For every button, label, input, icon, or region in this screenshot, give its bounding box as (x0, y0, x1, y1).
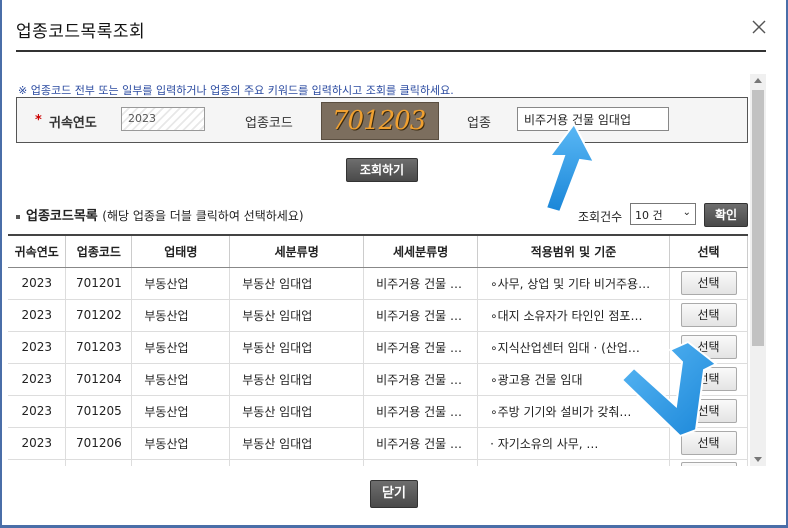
col-header: 업태명 (131, 234, 231, 268)
cell-scope: ∘주방 기기와 설비가 갖춰… (477, 395, 670, 428)
code-table: 귀속연도 업종코드 업태명 세분류명 세세분류명 적용범위 및 기준 선택 20… (8, 234, 748, 466)
table-row[interactable] (8, 459, 748, 466)
cell-year: 2023 (8, 427, 67, 460)
cell-code: 701203 (65, 331, 133, 364)
cell-subsub: 비주거용 건물 … (363, 267, 479, 300)
dialog-title: 업종코드목록조회 (16, 22, 146, 42)
code-value: 701203 (332, 106, 426, 136)
close-icon[interactable] (748, 16, 770, 38)
cell-type: 부동산업 (131, 267, 231, 300)
col-header: 적용범위 및 기준 (477, 234, 670, 268)
col-header: 세세분류명 (363, 234, 479, 268)
biz-label: 업종 (467, 116, 491, 131)
table-row[interactable]: 2023 701201 부동산업 부동산 임대업 비주거용 건물 … ∘사무, … (8, 267, 748, 300)
cell-subsub: 비주거용 건물 … (363, 395, 479, 428)
list-hint: (해당 업종을 더블 클릭하여 선택하세요) (102, 209, 304, 223)
table-header-row: 귀속연도 업종코드 업태명 세분류명 세세분류명 적용범위 및 기준 선택 (8, 234, 748, 268)
cell-subsub: 비주거용 건물 … (363, 331, 479, 364)
search-form: * 귀속연도 2023 업종코드 701203 업종 비주거용 건물 임대업 (16, 97, 748, 143)
select-button[interactable]: 선택 (680, 367, 737, 391)
cell-type: 부동산업 (131, 427, 231, 460)
cell-sub: 부동산 임대업 (229, 363, 365, 396)
scroll-thumb[interactable] (752, 90, 764, 346)
select-button[interactable]: 선택 (680, 335, 737, 359)
search-button[interactable]: 조회하기 (346, 158, 418, 182)
cell-type: 부동산업 (131, 331, 231, 364)
cell-code: 701201 (65, 267, 133, 300)
cell-year: 2023 (8, 363, 67, 396)
bullet-icon (16, 214, 20, 219)
col-header: 선택 (669, 234, 748, 268)
vertical-scrollbar[interactable] (750, 74, 766, 466)
table-row[interactable]: 2023 701203 부동산업 부동산 임대업 비주거용 건물 … ∘지식산업… (8, 331, 748, 364)
title-divider (16, 50, 766, 52)
cell-scope: ∘광고용 건물 임대 (477, 363, 670, 396)
cell-sub: 부동산 임대업 (229, 395, 365, 428)
search-notice: ※ 업종코드 전부 또는 일부를 입력하거나 업종의 주요 키워드를 입력하시고… (18, 84, 454, 97)
cell-subsub: 비주거용 건물 … (363, 427, 479, 460)
cell-scope: ∘사무, 상업 및 기타 비거주용… (477, 267, 670, 300)
year-label: 귀속연도 (49, 116, 97, 131)
cell-scope: · 자기소유의 사무, … (477, 427, 670, 460)
required-mark: * (35, 113, 42, 128)
list-header: 업종코드목록 (해당 업종을 더블 클릭하여 선택하세요) (16, 205, 304, 224)
cell-year: 2023 (8, 331, 67, 364)
cell-type: 부동산업 (131, 395, 231, 428)
cell-code: 701205 (65, 395, 133, 428)
cell-year: 2023 (8, 395, 67, 428)
cell-code: 701202 (65, 299, 133, 332)
cell-subsub: 비주거용 건물 … (363, 299, 479, 332)
cell-sub: 부동산 임대업 (229, 427, 365, 460)
table-row[interactable]: 2023 701205 부동산업 부동산 임대업 비주거용 건물 … ∘주방 기… (8, 395, 748, 428)
cell-subsub: 비주거용 건물 … (363, 363, 479, 396)
col-header: 귀속연도 (8, 234, 67, 268)
cell-sub: 부동산 임대업 (229, 299, 365, 332)
cell-type: 부동산업 (131, 363, 231, 396)
cell-year: 2023 (8, 299, 67, 332)
list-title: 업종코드목록 (26, 209, 98, 224)
biz-field[interactable]: 비주거용 건물 임대업 (517, 107, 669, 131)
chevron-down-icon: ⌄ (682, 207, 691, 218)
cell-year: 2023 (8, 267, 67, 300)
select-button[interactable]: 선택 (680, 399, 737, 423)
close-button[interactable]: 닫기 (370, 480, 418, 508)
select-button[interactable] (680, 461, 737, 466)
cell-code: 701206 (65, 427, 133, 460)
count-value: 10 건 (635, 209, 663, 222)
confirm-button[interactable]: 확인 (704, 203, 748, 227)
select-button[interactable]: 선택 (680, 303, 737, 327)
col-header: 세분류명 (229, 234, 365, 268)
count-select[interactable]: 10 건 ⌄ (630, 203, 696, 225)
year-field[interactable]: 2023 (121, 107, 205, 131)
table-row[interactable]: 2023 701202 부동산업 부동산 임대업 비주거용 건물 … ∘대지 소… (8, 299, 748, 332)
scroll-up-icon[interactable] (754, 78, 762, 83)
table-row[interactable]: 2023 701204 부동산업 부동산 임대업 비주거용 건물 … ∘광고용 … (8, 363, 748, 396)
cell-type: 부동산업 (131, 299, 231, 332)
cell-scope: ∘지식산업센터 임대 · (산업… (477, 331, 670, 364)
count-label: 조회건수 (578, 210, 623, 224)
col-header: 업종코드 (65, 234, 133, 268)
cell-scope: ∘대지 소유자가 타인인 점포… (477, 299, 670, 332)
scroll-down-icon[interactable] (754, 457, 762, 462)
cell-sub: 부동산 임대업 (229, 267, 365, 300)
select-button[interactable]: 선택 (680, 431, 737, 455)
window-border-left (0, 0, 2, 528)
dialog-content: ※ 업종코드 전부 또는 일부를 입력하거나 업종의 주요 키워드를 입력하시고… (8, 74, 766, 466)
code-label: 업종코드 (245, 116, 293, 131)
table-row[interactable]: 2023 701206 부동산업 부동산 임대업 비주거용 건물 … · 자기소… (8, 427, 748, 460)
cell-code: 701204 (65, 363, 133, 396)
select-button[interactable]: 선택 (680, 271, 737, 295)
code-field[interactable]: 701203 (321, 102, 439, 140)
cell-sub: 부동산 임대업 (229, 331, 365, 364)
